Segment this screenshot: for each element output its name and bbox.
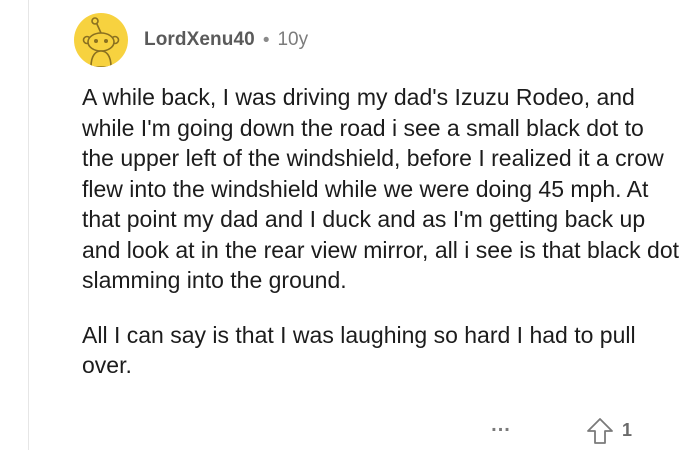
comment-actions: ... 1: [0, 415, 700, 445]
snoo-avatar-icon: [82, 17, 120, 67]
meta-separator: •: [262, 29, 270, 51]
comment-paragraph-2: All I can say is that I was laughing so …: [82, 321, 636, 379]
comment-age: 10y: [277, 29, 309, 50]
comment-paragraph-1: A while back, I was driving my dad's Izu…: [82, 84, 680, 293]
upvote-button[interactable]: [585, 417, 615, 445]
vote-count: 1: [622, 420, 633, 440]
avatar[interactable]: [74, 13, 128, 67]
upvote-arrow-icon: [587, 418, 613, 444]
comment: LordXenu40 • 10y A while back, I was dri…: [0, 0, 700, 450]
author-username[interactable]: LordXenu40: [144, 29, 255, 51]
more-options-button[interactable]: ...: [487, 415, 515, 441]
comment-body: A while back, I was driving my dad's Izu…: [82, 82, 682, 381]
comment-header: LordXenu40 • 10y: [74, 12, 308, 68]
